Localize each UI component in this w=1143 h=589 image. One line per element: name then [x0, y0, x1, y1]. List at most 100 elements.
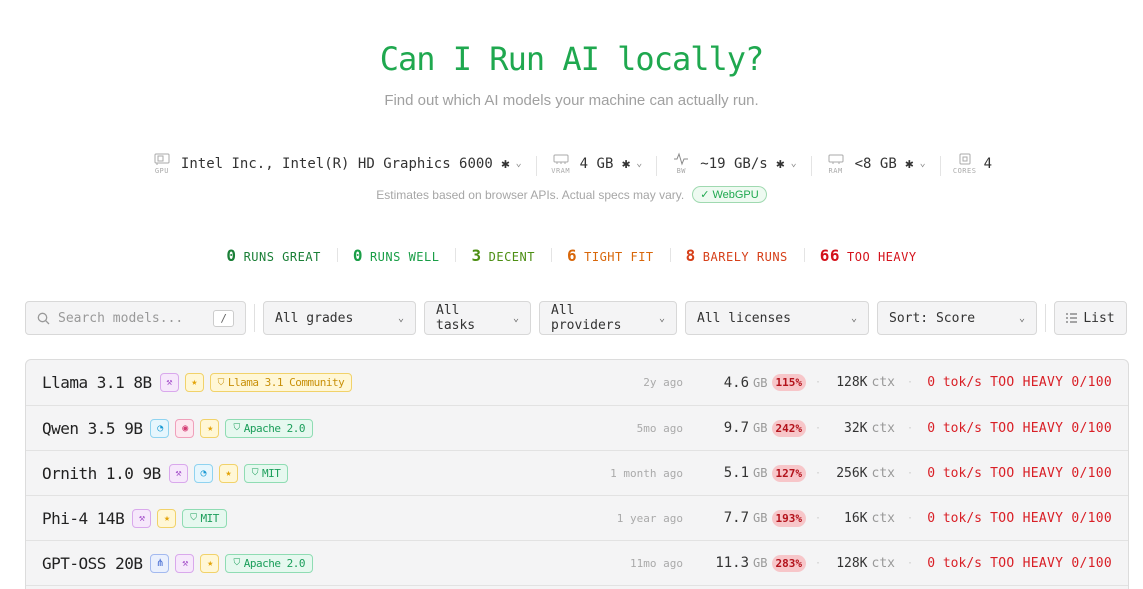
license-label: Apache 2.0	[243, 421, 306, 435]
shield-icon: ⛉	[233, 423, 240, 433]
model-name: Qwen 3.5 9B	[42, 418, 143, 438]
spec-bandwidth[interactable]: BW ~19 GB/s ✱ ⌄	[656, 152, 810, 176]
star-icon: ★	[184, 373, 204, 392]
eye-icon: ◉	[175, 418, 195, 438]
size-unit: GB	[753, 466, 768, 480]
licenses-dropdown[interactable]: All licenses ⌄	[685, 301, 869, 335]
network-icon: ⋔	[150, 553, 170, 573]
table-row[interactable]: Llama 3.1 8B ⚒ ★ ⛉ Llama 3.1 Community 2y ago…	[26, 360, 1128, 406]
model-name: Llama 3.1 8B	[42, 373, 152, 392]
model-size: 7.7 GB 193%	[723, 509, 806, 527]
count-number: 66	[819, 246, 841, 265]
release-age: 1 year ago	[616, 511, 683, 525]
release-age: 5mo ago	[636, 421, 683, 435]
size-unit: GB	[753, 375, 768, 390]
chevron-down-icon: ⌄	[658, 312, 665, 324]
count-tight-fit[interactable]: 6 TIGHT FIT	[550, 246, 670, 265]
webgpu-badge: ✓ WebGPU	[692, 186, 767, 203]
size-unit: GB	[753, 421, 768, 435]
search-input[interactable]: Search models... /	[25, 301, 246, 335]
count-too-heavy[interactable]: 66 TOO HEAVY	[803, 246, 933, 265]
table-row[interactable]: Ornith 1.0 9B ⚒ ◔ ★ ⛉ MIT 1 month ago 5.1 GB 127%…	[26, 451, 1128, 496]
grade-label: TOO HEAVY 0/100	[990, 465, 1112, 481]
tokens-per-second: 0 tok/s	[927, 375, 982, 390]
spec-value: Intel Inc., Intel(R) HD Graphics 6000 ✱	[180, 155, 510, 172]
size-value: 7.7	[723, 510, 750, 526]
page-subtitle: Find out which AI models your machine ca…	[384, 92, 759, 109]
count-decent[interactable]: 3 DECENT	[455, 246, 551, 265]
wrench-icon: ⚒	[159, 373, 179, 392]
count-runs-great[interactable]: 0 RUNS GREAT	[210, 246, 336, 265]
search-placeholder: Search models...	[58, 310, 184, 326]
size-unit: GB	[753, 556, 768, 570]
size-value: 11.3	[715, 555, 750, 571]
sort-dropdown[interactable]: Sort: Score ⌄	[877, 301, 1037, 335]
gpu-icon: GPU	[151, 152, 173, 175]
bandwidth-icon: BW	[670, 152, 692, 175]
separator-dot: ·	[906, 557, 913, 569]
size-unit: GB	[753, 511, 768, 525]
spec-ram[interactable]: RAM <8 GB ✱ ⌄	[810, 152, 940, 176]
divider	[254, 304, 255, 332]
count-runs-well[interactable]: 0 RUNS WELL	[336, 246, 456, 265]
table-row[interactable]: GPT-OSS 20B ⋔ ⚒ ★ ⛉ Apache 2.0 11mo ago 11.3 GB 2…	[26, 541, 1128, 586]
hardware-specs: GPU Intel Inc., Intel(R) HD Graphics 600…	[0, 152, 1143, 176]
search-shortcut: /	[213, 309, 234, 327]
memory-percent-badge: 127%	[771, 464, 806, 482]
count-label: RUNS WELL	[369, 250, 440, 264]
model-name-cell: GPT-OSS 20B ⋔ ⚒ ★ ⛉ Apache 2.0	[42, 553, 313, 573]
context-unit: ctx	[871, 375, 895, 390]
memory-percent-badge: 115%	[771, 374, 806, 391]
count-label: TOO HEAVY	[847, 250, 917, 264]
spec-label: GPU	[154, 167, 169, 175]
wrench-icon: ⚒	[175, 553, 195, 573]
count-barely-runs[interactable]: 8 BARELY RUNS	[669, 246, 804, 265]
count-number: 0	[352, 246, 363, 265]
dropdown-value: All licenses	[697, 310, 791, 326]
license-badge: ⛉ Llama 3.1 Community	[209, 373, 353, 392]
table-row[interactable]: Phi-4 14B ⚒ ★ ⛉ MIT 1 year ago 7.7 GB 193% · 16K ct…	[26, 496, 1128, 541]
cpu-icon: CORES	[953, 152, 976, 175]
separator-dot: ·	[906, 422, 913, 434]
grade-counts: 0 RUNS GREAT 0 RUNS WELL 3 DECENT 6 TIGHT FI…	[0, 246, 1143, 265]
spec-label: RAM	[828, 167, 843, 175]
chevron-down-icon: ⌄	[515, 158, 522, 169]
tasks-dropdown[interactable]: All tasks ⌄	[424, 301, 531, 335]
providers-dropdown[interactable]: All providers ⌄	[539, 301, 677, 335]
model-size: 5.1 GB 127%	[724, 464, 806, 482]
tokens-per-second: 0 tok/s	[927, 510, 982, 526]
context-value: 32K	[844, 420, 868, 436]
view-toggle-button[interactable]: List	[1054, 301, 1127, 335]
dropdown-value: Sort: Score	[889, 310, 976, 326]
separator-dot: ·	[906, 377, 913, 388]
spec-gpu[interactable]: GPU Intel Inc., Intel(R) HD Graphics 600…	[137, 152, 536, 175]
dropdown-value: All providers	[551, 303, 622, 333]
chevron-down-icon: ⌄	[512, 312, 519, 324]
license-badge: ⛉ MIT	[182, 508, 227, 528]
spec-vram[interactable]: VRAM 4 GB ✱ ⌄	[535, 152, 657, 176]
grades-dropdown[interactable]: All grades ⌄	[263, 301, 416, 335]
context-unit: ctx	[871, 420, 895, 436]
context-length: 16K ctx	[844, 511, 895, 526]
tokens-per-second: 0 tok/s	[927, 555, 982, 571]
tokens-per-second: 0 tok/s	[927, 420, 982, 436]
model-size: 9.7 GB 242%	[724, 419, 806, 437]
spec-label: BW	[676, 167, 686, 175]
table-row[interactable]: Qwen 3.5 9B ◔ ◉ ★ ⛉ Apache 2.0 5mo ago 9.7 GB 242…	[26, 406, 1128, 451]
count-label: TIGHT FIT	[584, 250, 654, 264]
chevron-down-icon: ⌄	[919, 158, 926, 169]
spec-label: VRAM	[551, 167, 571, 175]
star-icon: ★	[200, 553, 220, 573]
context-unit: ctx	[871, 465, 895, 481]
size-value: 4.6	[723, 374, 750, 391]
license-badge: ⛉ Apache 2.0	[225, 418, 313, 438]
model-name: Ornith 1.0 9B	[42, 463, 161, 483]
spec-value: 4	[983, 155, 993, 172]
license-label: MIT	[262, 466, 281, 480]
tokens-per-second: 0 tok/s	[927, 465, 982, 481]
license-label: Llama 3.1 Community	[227, 376, 345, 389]
count-number: 6	[566, 246, 578, 265]
model-size: 11.3 GB 283%	[715, 554, 806, 572]
context-length: 128K ctx	[836, 375, 895, 390]
license-label: Apache 2.0	[243, 556, 306, 570]
